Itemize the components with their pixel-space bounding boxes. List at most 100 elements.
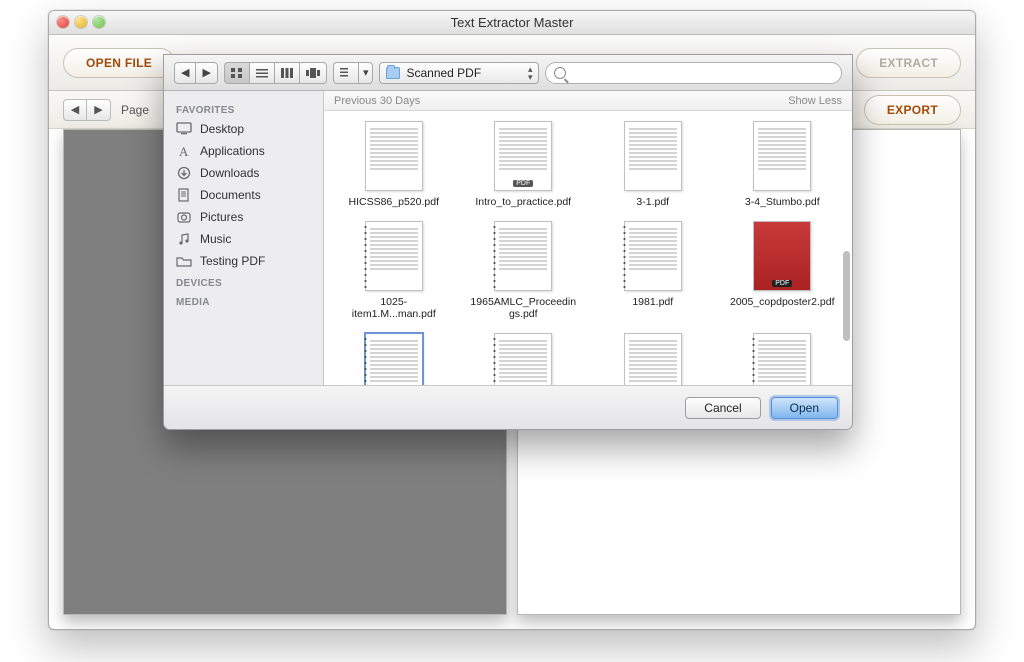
back-button[interactable]: ◀: [174, 62, 195, 84]
file-tile[interactable]: HICSS86_p520.pdf: [330, 117, 458, 213]
cancel-button[interactable]: Cancel: [685, 397, 760, 419]
file-thumbnail: [624, 121, 682, 191]
file-name: 1981.pdf: [626, 295, 679, 309]
minimize-window-button[interactable]: [75, 16, 87, 28]
page-prev-button[interactable]: ◀: [63, 99, 87, 121]
file-tile[interactable]: 3-4_Stumbo.pdf: [719, 117, 847, 213]
file-name: HICSS86_p520.pdf: [343, 195, 445, 209]
favorites-section-label: FAVORITES: [164, 99, 323, 118]
sidebar-item-testing-pdf[interactable]: Testing PDF: [164, 250, 323, 272]
path-popup[interactable]: Scanned PDF ▴▾: [379, 62, 539, 84]
file-list-header: Previous 30 Days Show Less: [324, 91, 852, 111]
applications-icon: A: [176, 144, 192, 158]
path-label: Scanned PDF: [406, 66, 481, 80]
show-less-link[interactable]: Show Less: [788, 95, 842, 107]
folder-icon: [176, 254, 192, 268]
view-switch: [224, 62, 327, 84]
icon-view-button[interactable]: [224, 62, 249, 84]
coverflow-view-button[interactable]: [299, 62, 327, 84]
file-thumbnail: PDF: [494, 121, 552, 191]
sidebar-item-label: Applications: [200, 144, 265, 158]
file-thumbnail: [365, 121, 423, 191]
close-window-button[interactable]: [57, 16, 69, 28]
list-view-button[interactable]: [249, 62, 274, 84]
sidebar-item-label: Desktop: [200, 122, 244, 136]
sidebar-item-label: Pictures: [200, 210, 243, 224]
columns-icon: [281, 68, 293, 78]
music-icon: [176, 232, 192, 246]
file-tile[interactable]: PDFAaronPodeyEvaluation.pdf: [589, 329, 717, 385]
sidebar-item-label: Testing PDF: [200, 254, 265, 268]
open-button[interactable]: Open: [771, 397, 838, 419]
pictures-icon: [176, 210, 192, 224]
file-tile[interactable]: 3-1.pdf: [589, 117, 717, 213]
file-tile[interactable]: PDF Intro_to_practice.pdf: [460, 117, 588, 213]
section-header-label: Previous 30 Days: [334, 95, 420, 107]
sidebar-item-pictures[interactable]: Pictures: [164, 206, 323, 228]
folder-icon: [386, 67, 400, 79]
dialog-footer: Cancel Open: [164, 385, 852, 429]
pdf-badge: PDF: [513, 180, 533, 187]
file-tile[interactable]: 1025-item1.M...man.pdf: [330, 217, 458, 325]
popup-arrows-icon: ▴▾: [528, 65, 533, 81]
search-icon: [554, 67, 566, 79]
pdf-badge: PDF: [772, 280, 792, 287]
file-name: 1965AMLC_Proceedings.pdf: [463, 295, 583, 321]
scrollbar-thumb[interactable]: [843, 251, 850, 341]
search-input[interactable]: [572, 66, 833, 80]
dialog-body: FAVORITES Desktop A Applications Downloa…: [164, 91, 852, 385]
file-name: 1025-item1.M...man.pdf: [334, 295, 454, 321]
sidebar-item-applications[interactable]: A Applications: [164, 140, 323, 162]
file-tile[interactable]: 42793996.pdf: [460, 329, 588, 385]
sidebar-item-downloads[interactable]: Downloads: [164, 162, 323, 184]
file-thumbnail: [753, 121, 811, 191]
search-field[interactable]: [545, 62, 842, 84]
file-tile[interactable]: ac91-77_GA_CDR.pdf: [719, 329, 847, 385]
arrange-icon: [340, 68, 352, 78]
file-thumbnail: PDF: [753, 221, 811, 291]
page-next-button[interactable]: ▶: [87, 99, 111, 121]
column-view-button[interactable]: [274, 62, 299, 84]
file-thumbnail: [365, 333, 423, 385]
file-grid: HICSS86_p520.pdf PDF Intro_to_practice.pdf…: [330, 117, 846, 385]
sidebar-item-music[interactable]: Music: [164, 228, 323, 250]
sidebar: FAVORITES Desktop A Applications Downloa…: [164, 91, 324, 385]
file-thumbnail: [494, 333, 552, 385]
titlebar[interactable]: Text Extractor Master: [49, 11, 975, 35]
sidebar-item-desktop[interactable]: Desktop: [164, 118, 323, 140]
zoom-window-button[interactable]: [93, 16, 105, 28]
window-controls: [57, 16, 105, 28]
file-name: 2005_copdposter2.pdf: [724, 295, 841, 309]
svg-text:A: A: [179, 144, 189, 158]
grid-icon: [231, 68, 243, 78]
sidebar-item-label: Downloads: [200, 166, 259, 180]
sidebar-item-label: Music: [200, 232, 231, 246]
file-scroll[interactable]: HICSS86_p520.pdf PDF Intro_to_practice.pdf…: [324, 111, 852, 385]
sidebar-item-documents[interactable]: Documents: [164, 184, 323, 206]
forward-button[interactable]: ▶: [195, 62, 217, 84]
export-button[interactable]: EXPORT: [864, 95, 961, 125]
file-tile[interactable]: PDF 2005_copdposter2.pdf: [719, 217, 847, 325]
arrange-group: ▾: [333, 62, 374, 84]
sidebar-item-label: Documents: [200, 188, 261, 202]
arrange-button[interactable]: [333, 62, 358, 84]
file-name: Intro_to_practice.pdf: [469, 195, 577, 209]
extract-button[interactable]: EXTRACT: [856, 48, 961, 78]
file-thumbnail: [365, 221, 423, 291]
file-thumbnail: [624, 221, 682, 291]
file-tile[interactable]: 1981.pdf: [589, 217, 717, 325]
coverflow-icon: [306, 68, 320, 78]
downloads-icon: [176, 166, 192, 180]
documents-icon: [176, 188, 192, 202]
history-nav: ◀ ▶: [174, 62, 218, 84]
file-tile[interactable]: 2013-01-15 AACTOR.pdf: [330, 329, 458, 385]
arrange-menu-button[interactable]: ▾: [358, 62, 374, 84]
file-thumbnail: PDF: [624, 333, 682, 385]
open-file-dialog: ◀ ▶ ▾ Scanned PDF ▴▾: [163, 54, 853, 430]
scrollbar[interactable]: [842, 211, 850, 339]
media-section-label: MEDIA: [164, 291, 323, 310]
devices-section-label: DEVICES: [164, 272, 323, 291]
file-list: Previous 30 Days Show Less HICSS86_p520.…: [324, 91, 852, 385]
open-file-button[interactable]: OPEN FILE: [63, 48, 175, 78]
file-tile[interactable]: 1965AMLC_Proceedings.pdf: [460, 217, 588, 325]
